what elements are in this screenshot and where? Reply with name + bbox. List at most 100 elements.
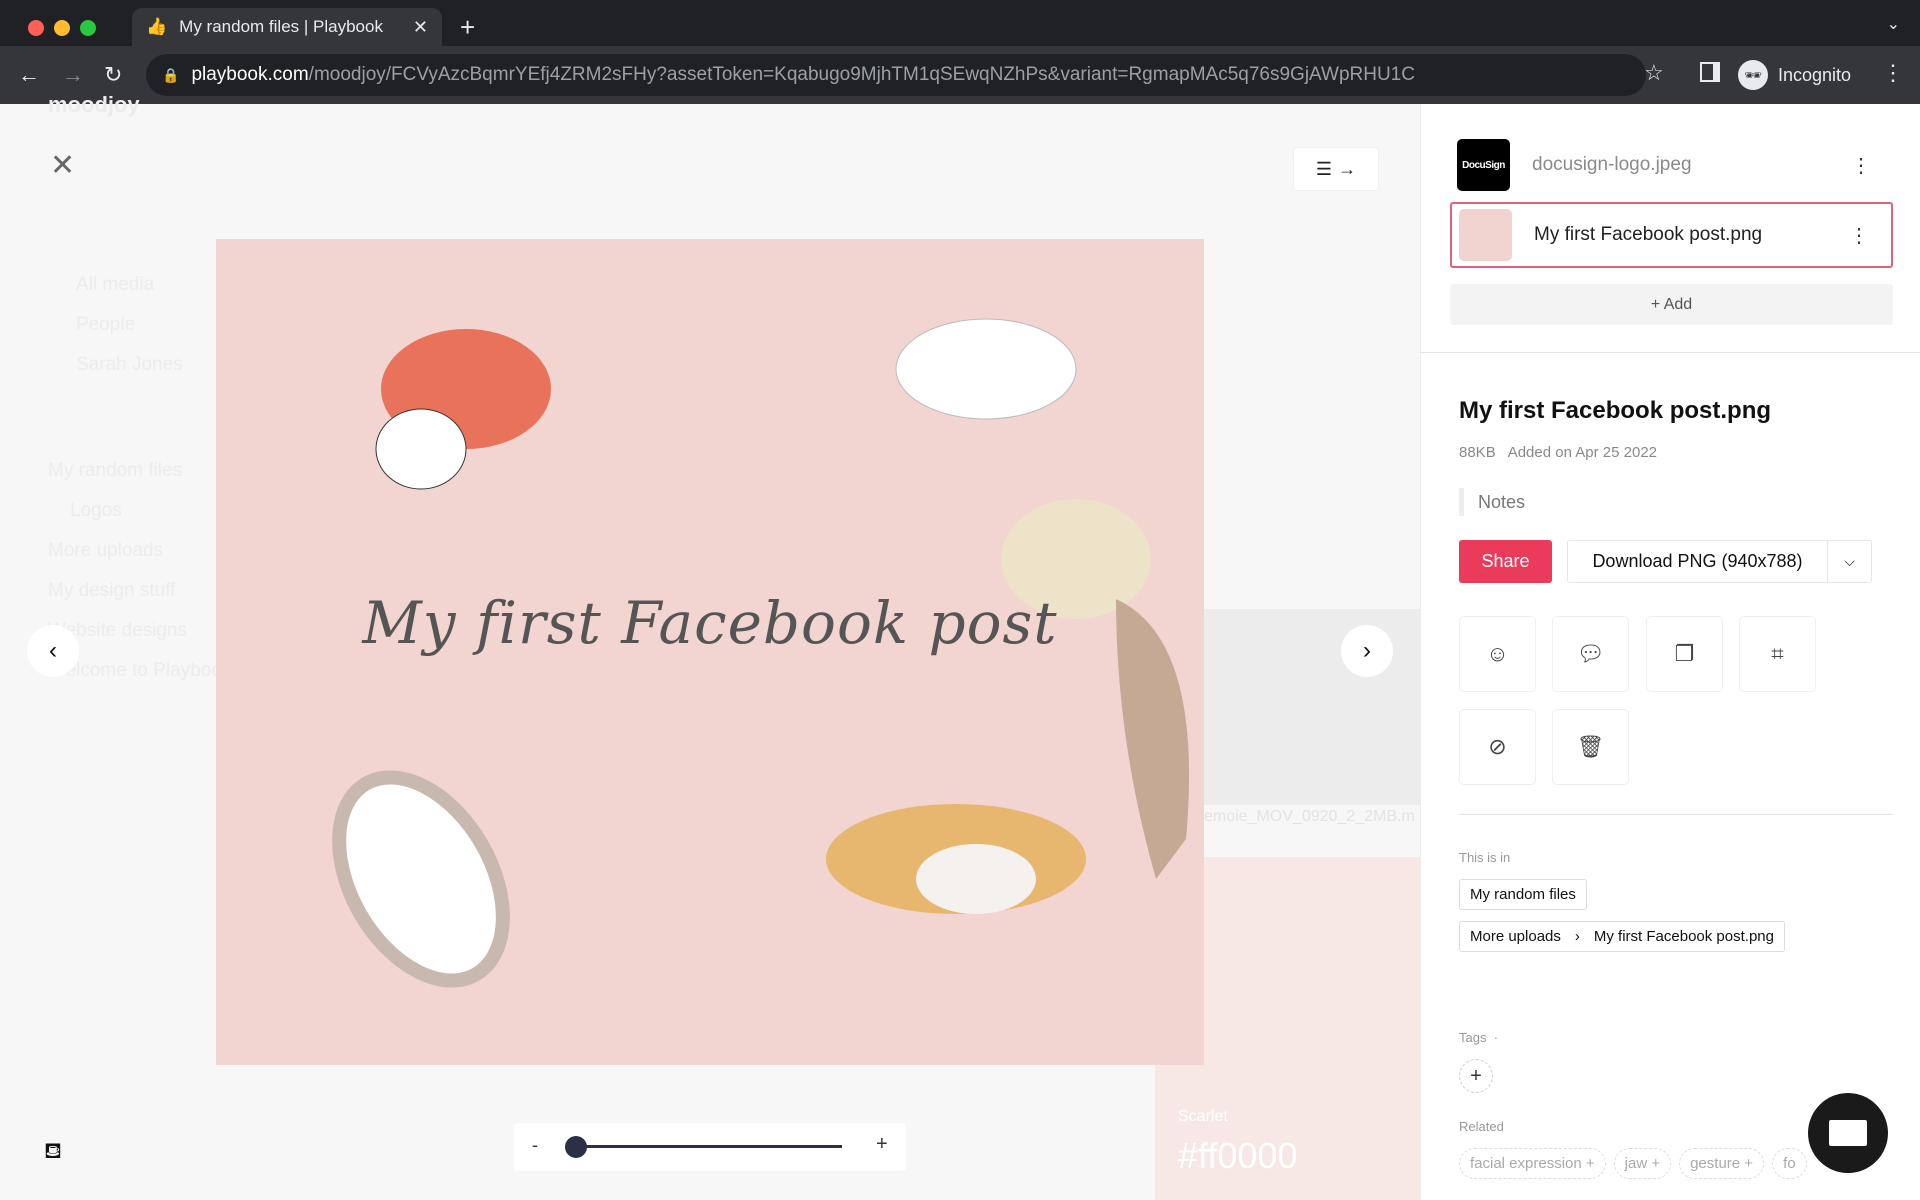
comment-icon: 💬︎ bbox=[1576, 641, 1605, 666]
next-asset-button[interactable]: › bbox=[1341, 625, 1393, 677]
close-viewer-icon[interactable]: ✕ bbox=[50, 148, 75, 183]
arrow-right-icon: → bbox=[1338, 158, 1357, 179]
chat-icon bbox=[1829, 1120, 1867, 1146]
reload-icon[interactable]: ↻ bbox=[104, 62, 122, 88]
playbook-favicon-icon: 👍 bbox=[146, 17, 168, 36]
sidebar-item: Logos bbox=[70, 500, 122, 521]
add-asset-button[interactable]: + Add bbox=[1450, 284, 1893, 325]
asset-thumbnail bbox=[1459, 209, 1512, 261]
browser-tab-bar: 👍 My random files | Playbook ✕ + ⌄ bbox=[0, 0, 1920, 46]
copy-button[interactable]: ❐ bbox=[1646, 616, 1723, 692]
minimize-window-button[interactable] bbox=[54, 20, 70, 36]
chevron-left-icon: ‹ bbox=[49, 637, 57, 664]
share-button[interactable]: Share bbox=[1459, 540, 1552, 583]
add-reaction-button[interactable]: ☺ bbox=[1459, 616, 1536, 692]
add-tag-button[interactable]: + bbox=[1459, 1059, 1493, 1093]
breadcrumb-separator-icon: › bbox=[1574, 928, 1580, 945]
delete-button[interactable]: 🗑︎ bbox=[1552, 709, 1629, 785]
close-window-button[interactable] bbox=[28, 20, 44, 36]
tags-label: Tags · bbox=[1459, 1030, 1499, 1045]
tab-search-chevron-icon[interactable]: ⌄ bbox=[1887, 14, 1900, 34]
notes-field[interactable]: Notes bbox=[1459, 488, 1525, 516]
asset-meta: 88KB Added on Apr 25 2022 bbox=[1459, 444, 1657, 461]
zoom-out-button[interactable]: - bbox=[532, 1135, 538, 1156]
related-tag[interactable]: jaw + bbox=[1613, 1148, 1672, 1179]
crop-button[interactable]: ⌗ bbox=[1739, 616, 1816, 692]
image-caption: My first Facebook post bbox=[362, 589, 1058, 657]
related-tags: facial expression + jaw + gesture + fo bbox=[1459, 1148, 1807, 1179]
asset-name: My first Facebook post.png bbox=[1534, 224, 1763, 245]
address-toolbar: ← → ↻ 🔒 playbook.com/moodjoy/FCVyAzcBqmr… bbox=[0, 46, 1920, 104]
sidebar-item: All media bbox=[76, 274, 155, 295]
new-tab-button[interactable]: + bbox=[460, 12, 475, 43]
added-date: Added on Apr 25 2022 bbox=[1507, 444, 1657, 461]
hide-button[interactable]: ⊘ bbox=[1459, 709, 1536, 785]
this-is-in-label: This is in bbox=[1459, 850, 1511, 865]
sidebar-item: People bbox=[76, 314, 136, 335]
previous-asset-button[interactable]: ‹ bbox=[27, 625, 79, 677]
bookmark-star-icon[interactable]: ☆ bbox=[1644, 60, 1664, 86]
zoom-in-button[interactable]: + bbox=[876, 1133, 888, 1156]
sidebar-item: More uploads bbox=[48, 540, 164, 561]
download-button[interactable]: Download PNG (940x788) ⌵ bbox=[1567, 540, 1872, 583]
side-panel-icon[interactable] bbox=[1700, 62, 1720, 82]
color-hex: #ff0000 bbox=[1178, 1135, 1298, 1176]
cat-grey bbox=[332, 770, 510, 988]
url-host: playbook.com bbox=[191, 64, 309, 85]
tab-title: My random files | Playbook bbox=[179, 17, 383, 36]
divider bbox=[1459, 814, 1893, 815]
copy-icon: ❐ bbox=[1674, 641, 1695, 666]
asset-list-item[interactable]: DocuSign docusign-logo.jpeg ⋮ bbox=[1450, 132, 1893, 198]
related-tag[interactable]: fo bbox=[1772, 1148, 1807, 1179]
zoom-slider[interactable]: - + bbox=[514, 1123, 906, 1171]
trash-icon: 🗑︎ bbox=[1576, 734, 1605, 759]
crop-icon: ⌗ bbox=[1771, 641, 1784, 666]
sidebar-item: My random files bbox=[48, 460, 183, 481]
zoom-slider-thumb[interactable] bbox=[565, 1136, 587, 1158]
workspace-name: moodjoy bbox=[48, 92, 140, 117]
zoom-slider-track[interactable] bbox=[576, 1145, 842, 1148]
related-tag[interactable]: facial expression + bbox=[1459, 1148, 1606, 1179]
lock-icon: 🔒 bbox=[162, 66, 180, 83]
incognito-icon: 🕶 bbox=[1738, 60, 1768, 90]
paint-bucket-icon[interactable]: ⛾ bbox=[44, 1138, 62, 1167]
more-options-icon[interactable]: ⋮ bbox=[1849, 223, 1869, 248]
more-options-icon[interactable]: ⋮ bbox=[1851, 153, 1871, 178]
asset-title: My first Facebook post.png bbox=[1459, 397, 1772, 424]
comment-button[interactable]: 💬︎ bbox=[1552, 616, 1629, 692]
eye-off-icon: ⊘ bbox=[1488, 734, 1507, 759]
location-chip[interactable]: More uploads › My first Facebook post.png bbox=[1459, 921, 1785, 952]
asset-thumbnail: DocuSign bbox=[1457, 139, 1510, 191]
sidebar-item: Sarah Jones bbox=[76, 354, 183, 375]
chevron-right-icon: › bbox=[1363, 637, 1371, 664]
asset-list-item-selected[interactable]: My first Facebook post.png ⋮ bbox=[1450, 202, 1893, 268]
cat-white bbox=[895, 318, 1077, 420]
file-size: 88KB bbox=[1459, 444, 1496, 461]
related-tag[interactable]: gesture + bbox=[1679, 1148, 1765, 1179]
folder-link[interactable]: More uploads bbox=[1470, 928, 1561, 945]
forward-icon[interactable]: → bbox=[62, 62, 84, 88]
chevron-down-icon[interactable]: ⌵ bbox=[1827, 541, 1871, 582]
close-tab-icon[interactable]: ✕ bbox=[413, 17, 428, 38]
url-bar[interactable]: 🔒 playbook.com/moodjoy/FCVyAzcBqmrYEfj4Z… bbox=[146, 54, 1646, 96]
browser-tab[interactable]: 👍 My random files | Playbook ✕ bbox=[132, 8, 442, 46]
add-reaction-icon: ☺ bbox=[1486, 641, 1509, 666]
background-asset-name: emoie_MOV_0920_2_2MB.m bbox=[1204, 808, 1415, 825]
folder-link[interactable]: My random files bbox=[1470, 886, 1576, 903]
browser-menu-icon[interactable]: ⋮ bbox=[1882, 60, 1904, 86]
asset-details-panel: DocuSign docusign-logo.jpeg ⋮ My first F… bbox=[1420, 104, 1920, 1200]
toggle-panel-button[interactable]: ☰ → bbox=[1294, 148, 1378, 190]
incognito-profile-button[interactable]: 🕶 Incognito bbox=[1738, 54, 1851, 96]
chat-support-button[interactable] bbox=[1808, 1093, 1888, 1173]
related-label: Related bbox=[1459, 1119, 1504, 1134]
layout-icon: ☰ bbox=[1315, 158, 1333, 179]
asset-preview-image: My first Facebook post bbox=[216, 239, 1204, 1065]
location-chip[interactable]: My random files bbox=[1459, 879, 1587, 910]
asset-name: docusign-logo.jpeg bbox=[1532, 154, 1692, 175]
maximize-window-button[interactable] bbox=[80, 20, 96, 36]
asset-link[interactable]: My first Facebook post.png bbox=[1594, 928, 1774, 945]
profile-label: Incognito bbox=[1778, 64, 1852, 85]
back-icon[interactable]: ← bbox=[18, 62, 40, 88]
url-path: /moodjoy/FCVyAzcBqmrYEfj4ZRM2sFHy?assetT… bbox=[308, 64, 1415, 85]
sidebar-item: My design stuff bbox=[48, 580, 176, 601]
